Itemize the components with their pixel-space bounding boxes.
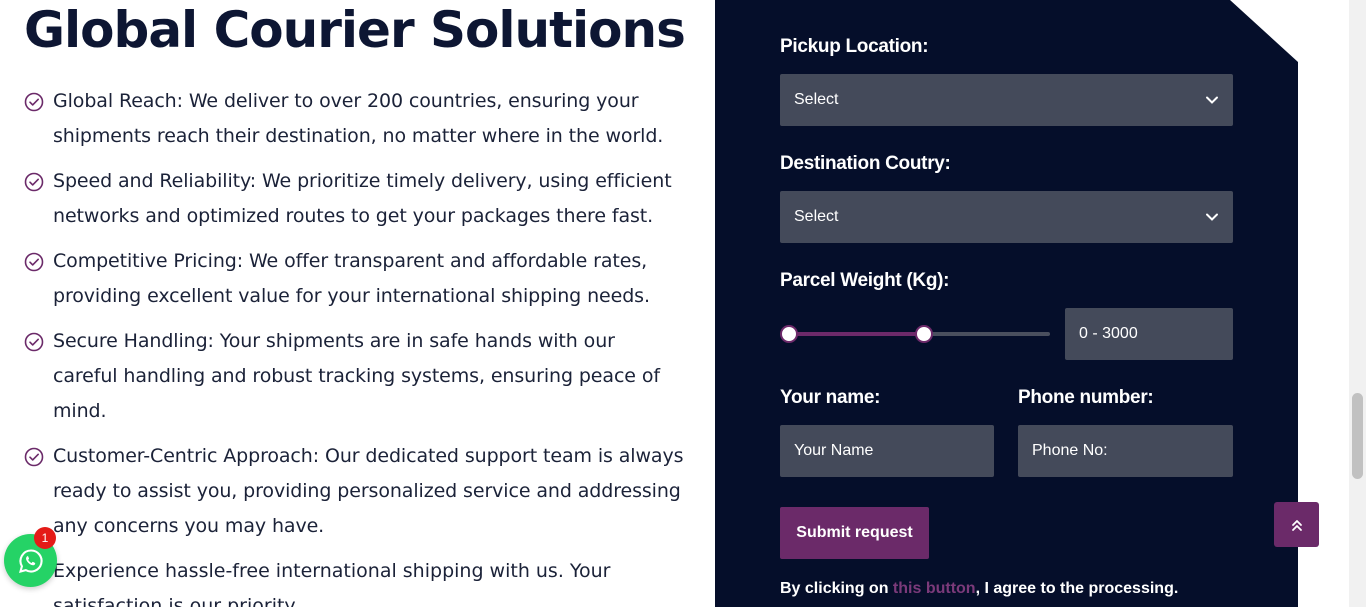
check-circle-icon [24, 447, 44, 467]
page-scrollbar[interactable] [1349, 0, 1366, 607]
page-title: Global Courier Solutions [24, 1, 686, 59]
consent-suffix: , I agree to the processing. [975, 580, 1179, 597]
chevron-down-icon [1206, 96, 1218, 104]
info-column: Global Courier Solutions Global Reach: W… [0, 0, 715, 607]
weight-range-output: 0 - 3000 [1065, 308, 1233, 360]
weight-slider-fill [789, 332, 924, 336]
feature-item: Competitive Pricing: We offer transparen… [24, 244, 684, 314]
feature-text: Global Reach: We deliver to over 200 cou… [53, 90, 664, 147]
destination-label: Destination Coutry: [780, 153, 951, 174]
pickup-select-value: Select [794, 91, 839, 108]
phone-input[interactable] [1018, 425, 1233, 477]
phone-label: Phone number: [1018, 387, 1154, 408]
feature-text: Customer-Centric Approach: Our dedicated… [53, 445, 684, 537]
pickup-label: Pickup Location: [780, 36, 929, 57]
destination-select[interactable]: Select [780, 191, 1233, 243]
feature-text: Speed and Reliability: We prioritize tim… [53, 170, 672, 227]
pickup-select[interactable]: Select [780, 74, 1233, 126]
weight-slider-min-handle[interactable] [780, 325, 798, 343]
submit-request-button[interactable]: Submit request [780, 507, 929, 559]
feature-item: Global Reach: We deliver to over 200 cou… [24, 84, 684, 154]
feature-item: Secure Handling: Your shipments are in s… [24, 324, 684, 429]
feature-text: Competitive Pricing: We offer transparen… [53, 250, 650, 307]
consent-text: By clicking on this button, I agree to t… [780, 580, 1178, 598]
name-input[interactable] [780, 425, 994, 477]
weight-label: Parcel Weight (Kg): [780, 270, 950, 291]
weight-slider-max-handle[interactable] [915, 325, 933, 343]
consent-prefix: By clicking on [780, 580, 893, 597]
feature-item: Customer-Centric Approach: Our dedicated… [24, 439, 684, 544]
feature-list: Global Reach: We deliver to over 200 cou… [24, 84, 684, 554]
feature-text: Secure Handling: Your shipments are in s… [53, 330, 660, 422]
scroll-to-top-button[interactable] [1274, 502, 1319, 547]
notification-badge: 1 [34, 527, 56, 549]
consent-link[interactable]: this button [893, 580, 976, 597]
check-circle-icon [24, 332, 44, 352]
check-circle-icon [24, 92, 44, 112]
name-label: Your name: [780, 387, 881, 408]
chevron-down-icon [1206, 213, 1218, 221]
check-circle-icon [24, 172, 44, 192]
destination-select-value: Select [794, 208, 839, 225]
check-circle-icon [24, 252, 44, 272]
scrollbar-thumb[interactable] [1352, 393, 1363, 479]
whatsapp-icon [18, 548, 43, 573]
closing-text: Experience hassle-free international shi… [53, 560, 611, 607]
double-chevron-up-icon [1291, 519, 1302, 531]
feature-item: Speed and Reliability: We prioritize tim… [24, 164, 684, 234]
